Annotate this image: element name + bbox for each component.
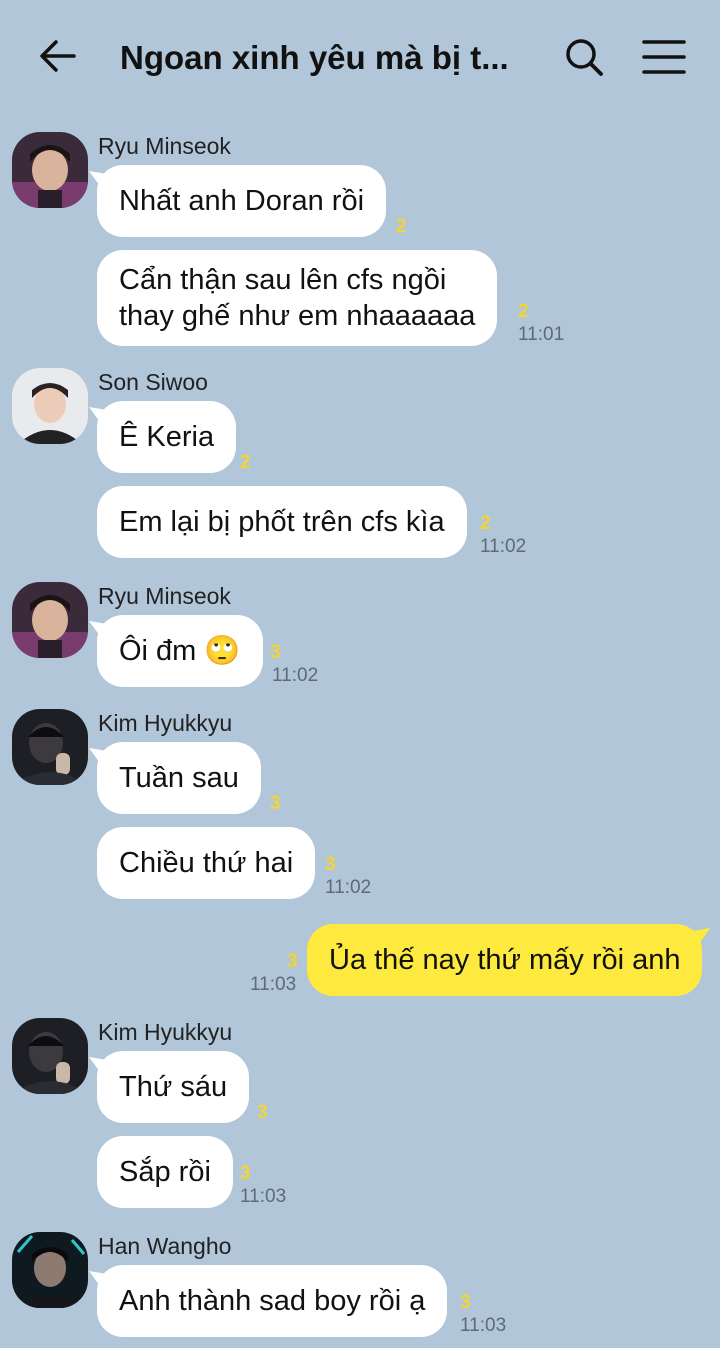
sender-name: Kim Hyukkyu: [98, 1019, 233, 1045]
message-bubble[interactable]: Tuần sau: [97, 742, 261, 814]
message-bubble[interactable]: Thứ sáu: [97, 1051, 250, 1123]
message-time: 11:01: [518, 324, 565, 345]
unread-count: 3: [270, 642, 281, 663]
message-time: 11:03: [240, 1186, 287, 1207]
unread-count: 2: [480, 513, 491, 534]
unread-count: 2: [240, 452, 251, 473]
message-time: 11:03: [250, 974, 297, 995]
message-bubble[interactable]: Sắp rồi: [97, 1136, 233, 1208]
message-time: 11:02: [325, 877, 372, 898]
message-text-line: thay ghế như em nhaaaaaa: [119, 300, 476, 332]
unread-count: 3: [287, 951, 298, 972]
sender-name: Ryu Minseok: [98, 583, 231, 609]
message-text: Sắp rồi: [119, 1156, 211, 1188]
message-text: Chiều thứ hai: [119, 847, 294, 879]
message-text: Tuần sau: [119, 762, 239, 794]
message-text: Thứ sáu: [119, 1071, 228, 1103]
message-time: 11:03: [460, 1315, 507, 1336]
message-bubble[interactable]: Ê Keria: [97, 401, 237, 473]
my-message-bubble[interactable]: Ủa thế nay thứ mấy rồi anh: [307, 924, 703, 996]
chat-title: Ngoan xinh yêu mà bị t...: [120, 39, 509, 76]
avatar-kim-hyukkyu[interactable]: [12, 709, 88, 785]
unread-count: 3: [460, 1292, 471, 1313]
avatar-son-siwoo[interactable]: [12, 368, 88, 444]
unread-count: 2: [518, 301, 529, 322]
message-text: Anh thành sad boy rồi ạ: [119, 1285, 426, 1317]
message-text: Ủa thế nay thứ mấy rồi anh: [329, 944, 681, 976]
message-bubble[interactable]: Nhất anh Doran rồi: [97, 165, 387, 237]
unread-count: 3: [270, 793, 281, 814]
message-text: Nhất anh Doran rồi: [119, 185, 365, 217]
chat-header: Ngoan xinh yêu mà bị t...: [0, 0, 720, 115]
message-time: 11:02: [480, 536, 527, 557]
sender-name: Ryu Minseok: [98, 133, 231, 159]
search-icon[interactable]: [563, 36, 605, 78]
message-text: Ôi đm 🙄: [119, 635, 241, 667]
message-bubble[interactable]: Ôi đm 🙄: [97, 615, 263, 687]
message-bubble[interactable]: Em lại bị phốt trên cfs kìa: [97, 486, 467, 558]
unread-count: 2: [396, 216, 407, 237]
sender-name: Son Siwoo: [98, 369, 208, 395]
unread-count: 3: [240, 1163, 251, 1184]
message-bubble[interactable]: Chiều thứ hai: [97, 827, 316, 899]
message-text: Ê Keria: [119, 421, 215, 453]
unread-count: 3: [325, 854, 336, 875]
sender-name: Kim Hyukkyu: [98, 710, 233, 736]
message-bubble[interactable]: Cẩn thận sau lên cfs ngồi thay ghế như e…: [97, 250, 498, 346]
sender-name: Han Wangho: [98, 1233, 232, 1259]
message-time: 11:02: [272, 665, 319, 686]
avatar-ryu-minseok[interactable]: [12, 582, 88, 658]
unread-count: 3: [257, 1102, 268, 1123]
avatar-kim-hyukkyu[interactable]: [12, 1018, 88, 1094]
message-text-line: Cẩn thận sau lên cfs ngồi: [119, 264, 447, 296]
message-text: Em lại bị phốt trên cfs kìa: [119, 506, 445, 538]
avatar-ryu-minseok[interactable]: [12, 132, 88, 208]
avatar-han-wangho[interactable]: [12, 1232, 88, 1308]
message-bubble[interactable]: Anh thành sad boy rồi ạ: [97, 1265, 448, 1337]
menu-icon[interactable]: [640, 36, 688, 78]
back-arrow-icon[interactable]: [36, 34, 80, 78]
